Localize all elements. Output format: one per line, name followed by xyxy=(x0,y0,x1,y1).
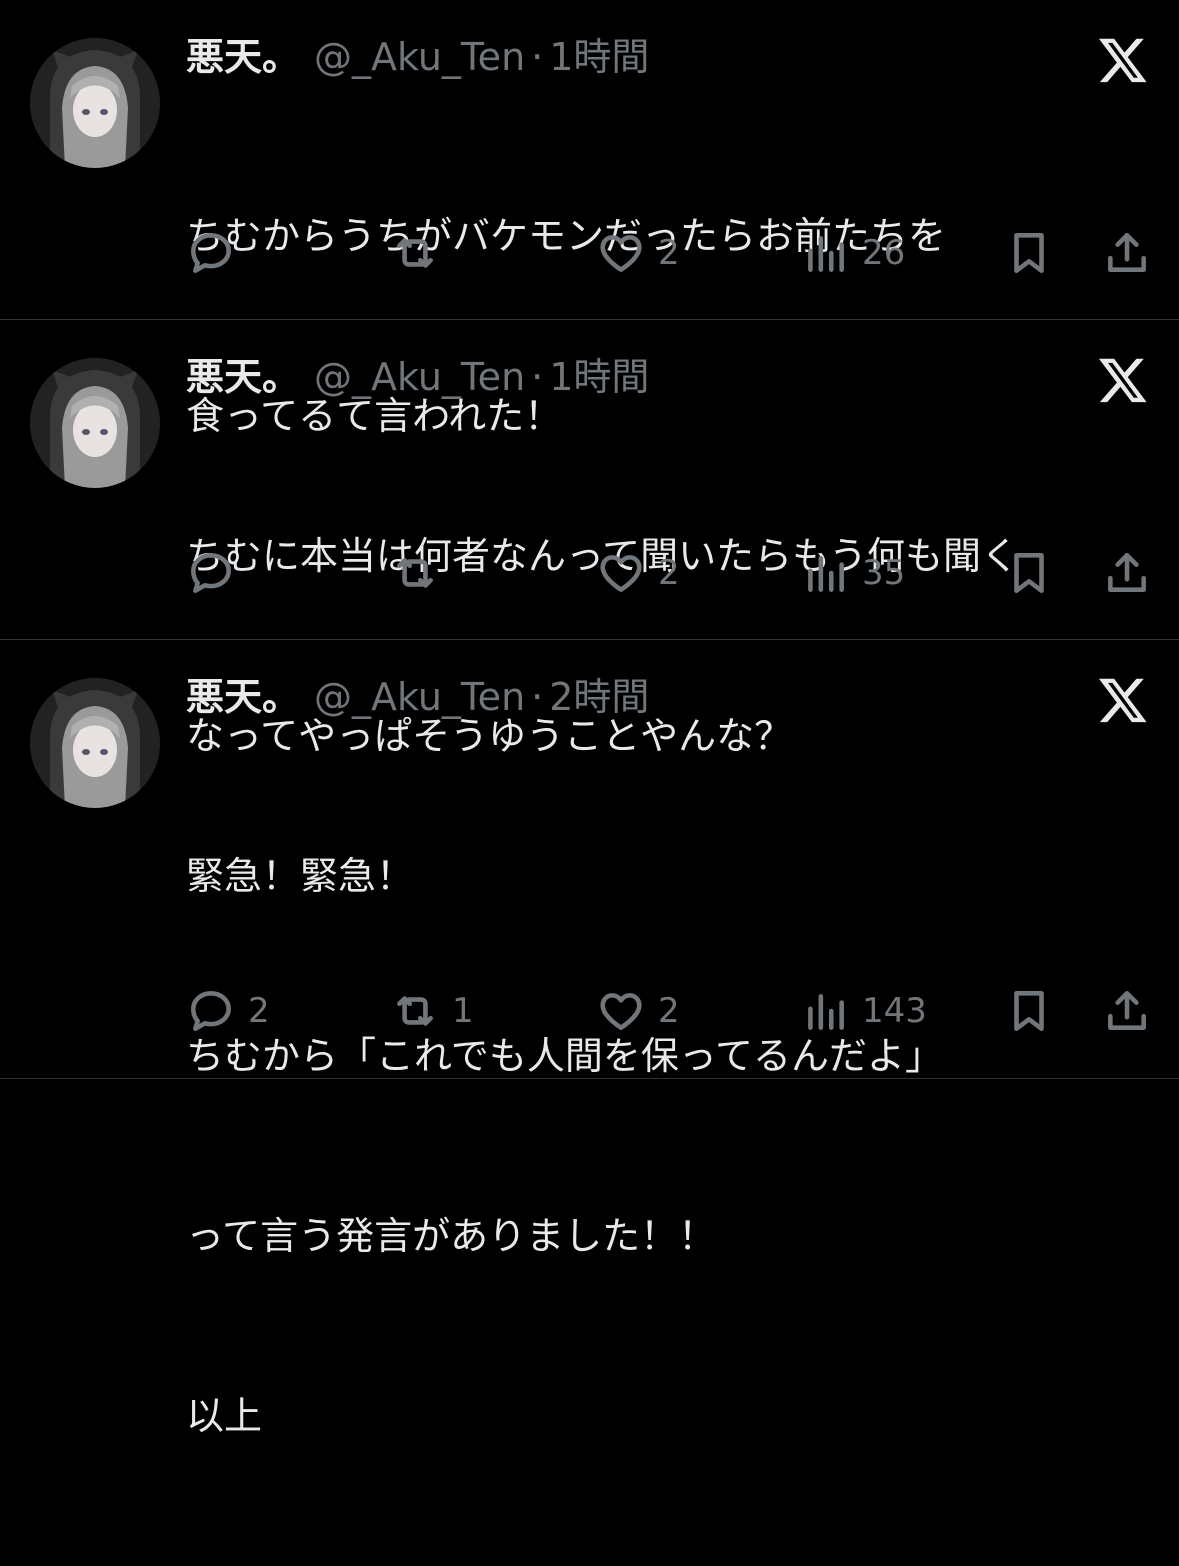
user-handle[interactable]: @_Aku_Ten xyxy=(314,34,525,80)
views-button[interactable]: 143 xyxy=(800,986,927,1036)
share-button[interactable] xyxy=(1102,986,1152,1036)
repost-count: 1 xyxy=(452,991,474,1031)
view-count: 35 xyxy=(862,553,906,593)
avatar[interactable] xyxy=(30,38,160,168)
display-name[interactable]: 悪天。 xyxy=(186,34,300,80)
share-button[interactable] xyxy=(1102,228,1152,278)
speech-bubble-icon xyxy=(191,991,231,1031)
speech-bubble-icon xyxy=(191,553,231,593)
avatar[interactable] xyxy=(30,678,160,808)
heart-icon xyxy=(600,555,642,592)
tweet-2[interactable]: 悪天。 @_Aku_Ten · 1時間 ちむに本当は何者なんって聞いたらもう何も… xyxy=(0,320,1179,758)
tweet-header: 悪天。 @_Aku_Ten · 1時間 xyxy=(186,354,649,400)
tweet-text-line: 緊急！緊急！ xyxy=(186,854,415,898)
separator: · xyxy=(531,675,544,719)
bookmark-icon xyxy=(1014,553,1044,593)
like-button[interactable]: 2 xyxy=(596,548,680,598)
bookmark-button[interactable] xyxy=(1004,986,1054,1036)
reply-button[interactable] xyxy=(186,548,248,598)
share-upload-icon xyxy=(1108,991,1146,1030)
like-count: 2 xyxy=(658,991,680,1031)
x-logo-icon xyxy=(1098,38,1147,83)
tweet-actions: 2 35 xyxy=(186,548,1156,598)
tweet-actions: 2 26 xyxy=(186,228,1156,278)
timestamp[interactable]: 1時間 xyxy=(549,354,649,400)
repost-button[interactable] xyxy=(390,228,452,278)
tweet-text-line: 以上 xyxy=(186,1394,263,1438)
like-count: 2 xyxy=(658,233,680,273)
heart-icon xyxy=(600,993,642,1030)
tweet-header: 悪天。 @_Aku_Ten · 1時間 xyxy=(186,34,649,80)
reply-count: 2 xyxy=(248,991,270,1031)
bookmark-button[interactable] xyxy=(1004,548,1054,598)
bookmark-button[interactable] xyxy=(1004,228,1054,278)
view-count: 143 xyxy=(862,991,927,1031)
bar-chart-icon xyxy=(808,556,844,592)
reply-button[interactable] xyxy=(186,228,248,278)
bar-chart-icon xyxy=(808,236,844,272)
display-name[interactable]: 悪天。 xyxy=(186,354,300,400)
x-logo-icon xyxy=(1098,678,1147,723)
tweet-1[interactable]: 悪天。 @_Aku_Ten · 1時間 ちむからうちがバケモンだったらお前たちを… xyxy=(0,0,1179,438)
reply-button[interactable]: 2 xyxy=(186,986,270,1036)
timestamp[interactable]: 1時間 xyxy=(549,34,649,80)
display-name[interactable]: 悪天。 xyxy=(186,674,300,720)
tweet-header: 悪天。 @_Aku_Ten · 2時間 xyxy=(186,674,649,720)
bookmark-icon xyxy=(1014,233,1044,273)
share-upload-icon xyxy=(1108,233,1146,272)
repost-arrows-icon xyxy=(397,558,433,588)
repost-arrows-icon xyxy=(397,238,433,268)
views-button[interactable]: 26 xyxy=(800,228,905,278)
share-button[interactable] xyxy=(1102,548,1152,598)
tweet-actions: 2 1 2 143 xyxy=(186,986,1156,1036)
like-button[interactable]: 2 xyxy=(596,228,680,278)
speech-bubble-icon xyxy=(191,233,231,273)
tweet-text-line: って言う発言がありました！！ xyxy=(186,1214,717,1258)
bookmark-icon xyxy=(1014,991,1044,1031)
user-handle[interactable]: @_Aku_Ten xyxy=(314,354,525,400)
separator: · xyxy=(531,355,544,399)
timestamp[interactable]: 2時間 xyxy=(549,674,649,720)
tweet-divider xyxy=(0,1078,1179,1079)
repost-button[interactable]: 1 xyxy=(390,986,474,1036)
tweet-text: 緊急！緊急！ ちむから「これでも人間を保ってるんだよ」 って言う発言がありました… xyxy=(186,726,943,1566)
avatar[interactable] xyxy=(30,358,160,488)
x-logo-icon xyxy=(1098,358,1147,403)
repost-button[interactable] xyxy=(390,548,452,598)
repost-arrows-icon xyxy=(397,996,433,1026)
view-count: 26 xyxy=(862,233,906,273)
like-button[interactable]: 2 xyxy=(596,986,680,1036)
share-upload-icon xyxy=(1108,553,1146,592)
heart-icon xyxy=(600,235,642,272)
like-count: 2 xyxy=(658,553,680,593)
user-handle[interactable]: @_Aku_Ten xyxy=(314,674,525,720)
separator: · xyxy=(531,35,544,79)
bar-chart-icon xyxy=(808,994,844,1030)
views-button[interactable]: 35 xyxy=(800,548,905,598)
tweet-3[interactable]: 悪天。 @_Aku_Ten · 2時間 緊急！緊急！ ちむから「これでも人間を保… xyxy=(0,640,1179,1438)
